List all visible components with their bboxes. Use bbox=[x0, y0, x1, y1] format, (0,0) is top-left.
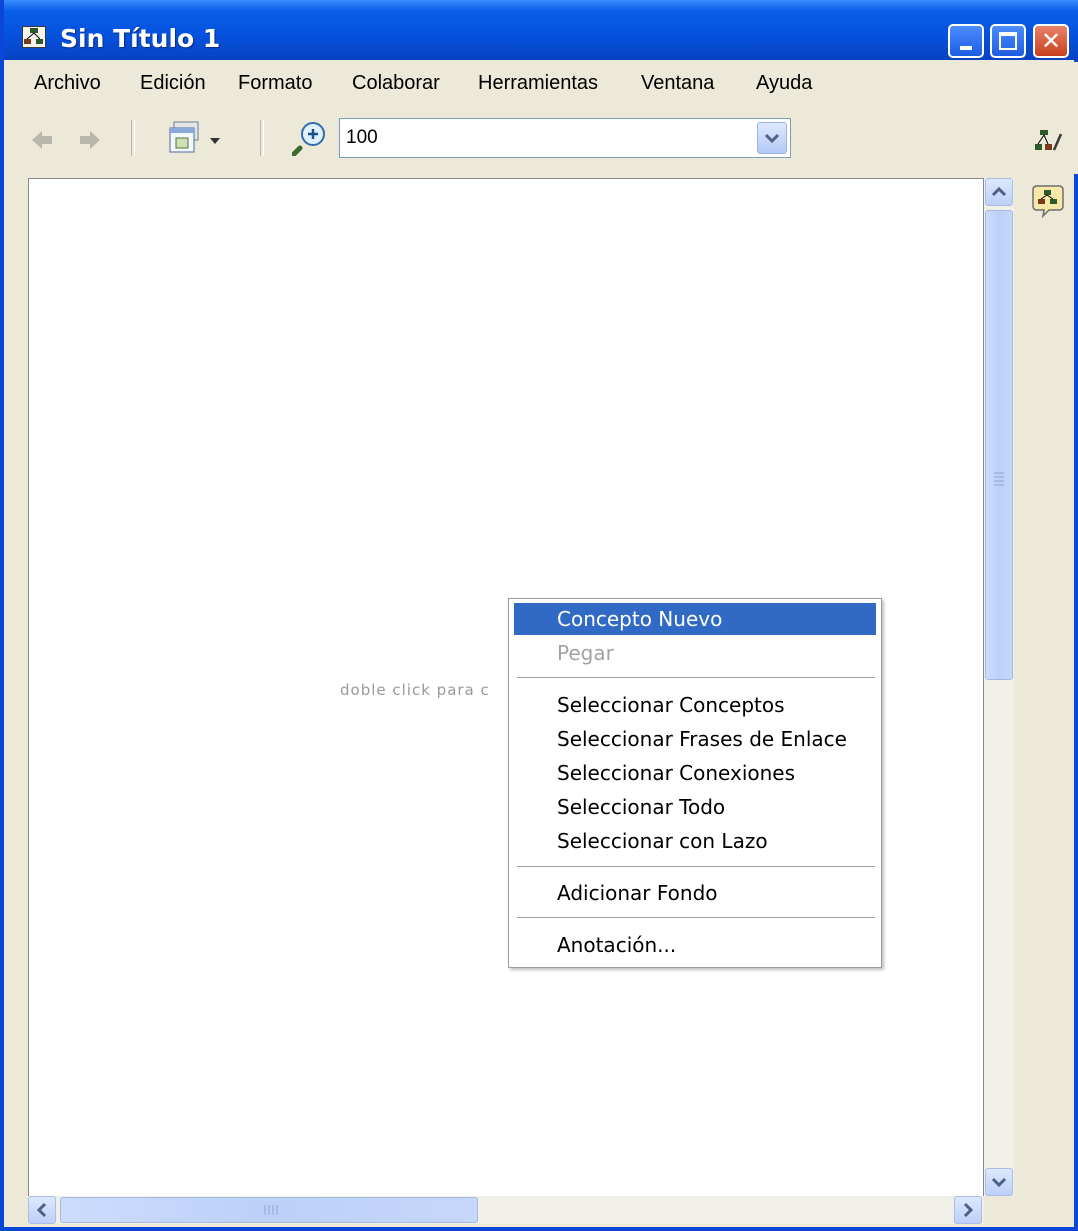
menu-item-pegar: Pegar bbox=[514, 637, 876, 669]
menu-item-label: Seleccionar Conceptos bbox=[557, 693, 785, 717]
menu-archivo[interactable]: Archivo bbox=[34, 72, 101, 95]
menu-item-seleccionar-lazo[interactable]: Seleccionar con Lazo bbox=[514, 825, 876, 857]
link-edit-icon[interactable] bbox=[1034, 128, 1064, 158]
menu-separator bbox=[517, 677, 875, 678]
context-menu: Concepto Nuevo Pegar Seleccionar Concept… bbox=[508, 598, 882, 968]
menu-colaborar[interactable]: Colaborar bbox=[352, 72, 440, 95]
menu-herramientas[interactable]: Herramientas bbox=[478, 72, 598, 95]
menu-item-label: Concepto Nuevo bbox=[557, 607, 723, 631]
menu-item-concepto-nuevo[interactable]: Concepto Nuevo bbox=[514, 603, 876, 635]
menu-item-seleccionar-conceptos[interactable]: Seleccionar Conceptos bbox=[514, 689, 876, 721]
menu-item-label: Seleccionar con Lazo bbox=[557, 829, 768, 853]
menu-item-label: Anotación... bbox=[557, 933, 677, 957]
menu-item-label: Adicionar Fondo bbox=[557, 881, 718, 905]
title-bar[interactable]: Sin Título 1 ✕ bbox=[4, 0, 1078, 60]
vertical-scrollbar[interactable] bbox=[984, 178, 1014, 1196]
menu-item-seleccionar-frases[interactable]: Seleccionar Frases de Enlace bbox=[514, 723, 876, 755]
menu-ventana[interactable]: Ventana bbox=[641, 72, 714, 95]
toolbar-separator bbox=[131, 120, 135, 156]
zoom-in-icon[interactable] bbox=[291, 120, 328, 160]
menu-item-label: Seleccionar Todo bbox=[557, 795, 726, 819]
menu-bar: Archivo Edición Formato Colaborar Herram… bbox=[8, 62, 1078, 106]
close-icon: ✕ bbox=[1040, 27, 1062, 55]
scroll-left-button[interactable] bbox=[28, 1196, 56, 1224]
minimize-button[interactable] bbox=[948, 24, 984, 58]
scroll-up-button[interactable] bbox=[985, 178, 1013, 206]
menu-edicion[interactable]: Edición bbox=[140, 72, 206, 95]
window-title: Sin Título 1 bbox=[60, 24, 221, 53]
canvas-hint: doble click para c bbox=[340, 681, 490, 699]
menu-item-seleccionar-todo[interactable]: Seleccionar Todo bbox=[514, 791, 876, 823]
menu-ayuda[interactable]: Ayuda bbox=[756, 72, 812, 95]
horizontal-scrollbar[interactable] bbox=[28, 1196, 984, 1224]
discussion-icon[interactable] bbox=[1031, 182, 1065, 222]
chevron-down-icon[interactable] bbox=[757, 122, 787, 154]
maximize-icon bbox=[999, 32, 1017, 50]
app-icon bbox=[22, 26, 46, 48]
view-options-icon[interactable] bbox=[166, 120, 230, 162]
menu-formato[interactable]: Formato bbox=[238, 72, 312, 95]
menu-item-seleccionar-conexiones[interactable]: Seleccionar Conexiones bbox=[514, 757, 876, 789]
vertical-scroll-thumb[interactable] bbox=[985, 210, 1013, 680]
app-window: Sin Título 1 ✕ Archivo Edición Formato C… bbox=[0, 0, 1078, 1231]
zoom-combobox[interactable]: 100 bbox=[339, 118, 791, 158]
menu-separator bbox=[517, 866, 875, 867]
zoom-value: 100 bbox=[346, 127, 378, 148]
forward-arrow-icon[interactable] bbox=[78, 128, 102, 156]
menu-item-anotacion[interactable]: Anotación... bbox=[514, 929, 876, 961]
menu-item-label: Seleccionar Conexiones bbox=[557, 761, 796, 785]
scrollbar-corner bbox=[984, 1196, 1014, 1224]
menu-item-label: Seleccionar Frases de Enlace bbox=[557, 727, 847, 751]
toolbar-separator bbox=[260, 120, 264, 156]
maximize-button[interactable] bbox=[990, 24, 1026, 58]
menu-item-label: Pegar bbox=[557, 641, 614, 665]
minimize-icon bbox=[960, 46, 972, 50]
menu-item-adicionar-fondo[interactable]: Adicionar Fondo bbox=[514, 877, 876, 909]
back-arrow-icon[interactable] bbox=[30, 128, 54, 156]
close-button[interactable]: ✕ bbox=[1033, 24, 1069, 58]
scroll-right-button[interactable] bbox=[954, 1196, 982, 1224]
horizontal-scroll-thumb[interactable] bbox=[60, 1197, 478, 1223]
toolbar: 100 bbox=[8, 106, 1078, 174]
scroll-down-button[interactable] bbox=[985, 1168, 1013, 1196]
menu-separator bbox=[517, 917, 875, 918]
